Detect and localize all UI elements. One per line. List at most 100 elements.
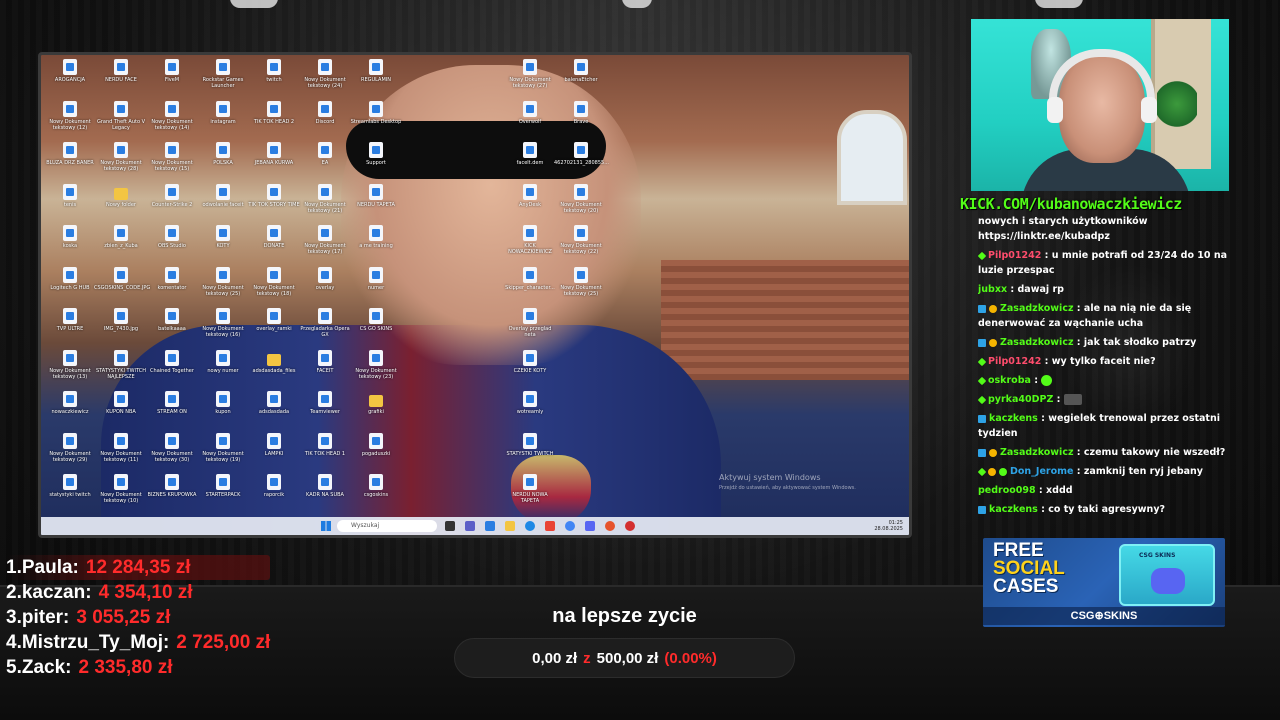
desktop-icon[interactable]: Nowy Dokument tekstowy (23) (349, 349, 403, 388)
desktop-icon[interactable]: pogaduszki (349, 432, 403, 471)
chat-username[interactable]: Zasadzkowicz (1000, 337, 1073, 348)
desktop-icon[interactable]: REGULAMIN (349, 59, 403, 97)
desktop-icon[interactable]: KUPON NBA (94, 391, 148, 429)
desktop-icon[interactable]: Skipper_character... (503, 266, 557, 305)
chat-username[interactable]: Don_Jerome (1010, 466, 1073, 477)
desktop-icon[interactable]: Nowy Dokument tekstowy (14) (145, 100, 199, 139)
desktop-icon[interactable]: Nowy Dokument tekstowy (19) (196, 432, 250, 471)
desktop-icon[interactable]: CSGOSKINS_CODE.JPG (94, 266, 150, 305)
discord-icon[interactable] (585, 521, 595, 531)
desktop-icon[interactable]: Nowy Dokument tekstowy (10) (94, 474, 148, 512)
desktop-icon[interactable]: Streamlabs Desktop (349, 100, 403, 139)
desktop-icon[interactable]: batelkaaaa (145, 308, 199, 346)
desktop-icon[interactable]: Overlay przeglad neta (503, 308, 557, 346)
desktop-icon[interactable]: TIK TOK STORY TIME (247, 183, 301, 222)
chat-username[interactable]: pedroo098 (978, 485, 1036, 496)
desktop-icon[interactable]: Nowy Dokument tekstowy (12) (43, 100, 97, 139)
desktop-icon[interactable]: Rockstar Games Launcher (196, 59, 250, 97)
desktop-icon[interactable]: Nowy Dokument tekstowy (25) (554, 266, 608, 305)
desktop-icon[interactable]: adsdasdada (247, 391, 301, 429)
desktop-icon[interactable]: TVP ULTRE (43, 308, 97, 346)
desktop-icon[interactable]: instagram (196, 100, 250, 139)
desktop-icon[interactable]: STARTERPACK (196, 474, 250, 512)
desktop-icon[interactable]: Nowy Dokument tekstowy (24) (298, 59, 352, 97)
desktop-icon[interactable]: Nowy Dokument tekstowy (17) (298, 225, 352, 263)
chat-username[interactable]: jubxx (978, 284, 1007, 295)
desktop-icon[interactable]: Chained Together (145, 349, 199, 388)
desktop-icon[interactable]: overlay (298, 266, 352, 305)
chat-username[interactable]: kaczkens (989, 504, 1038, 515)
desktop-icon[interactable]: NERDU TAPETA (349, 183, 403, 222)
desktop-icon[interactable]: Logitech G HUB (43, 266, 97, 305)
desktop-icon[interactable]: Nowy Dokument tekstowy (15) (145, 142, 199, 180)
desktop-icon[interactable]: Nowy Dokument tekstowy (30) (145, 432, 199, 471)
chat-username[interactable]: Zasadzkowicz (1000, 447, 1073, 458)
desktop-icon[interactable]: NERDU FACE (94, 59, 148, 97)
desktop-icon[interactable]: AROGANCJA (43, 59, 97, 97)
desktop-icon[interactable]: POLSKA (196, 142, 250, 180)
taskbar-clock[interactable]: 01:25 28.08.2025 (874, 520, 903, 532)
desktop-icon[interactable]: koska (43, 225, 97, 263)
desktop-icon[interactable]: FACEIT (298, 349, 352, 388)
desktop-icon[interactable]: Grand Theft Auto V Legacy (94, 100, 148, 139)
chat-username[interactable]: pyrka40DPZ (988, 394, 1053, 405)
desktop-icon[interactable]: FiveM (145, 59, 199, 97)
desktop-icon[interactable]: Nowy Dokument tekstowy (11) (94, 432, 148, 471)
teams-icon[interactable] (465, 521, 475, 531)
brave-icon[interactable] (605, 521, 615, 531)
desktop-icon[interactable]: JEBANA KURWA (247, 142, 301, 180)
desktop-icon[interactable]: Nowy Dokument tekstowy (22) (554, 225, 608, 263)
desktop-icon[interactable]: KOTY (196, 225, 250, 263)
app-icon[interactable] (485, 521, 495, 531)
desktop-icon[interactable]: wotreamly (503, 391, 557, 429)
desktop-icon[interactable]: nowy numer (196, 349, 250, 388)
chat-username[interactable]: Pilp01242 (988, 250, 1041, 261)
desktop-icon[interactable]: grafiki (349, 391, 403, 429)
desktop-icon[interactable]: BIZNES KRUPOWKA (145, 474, 199, 512)
desktop-icon[interactable]: Discord (298, 100, 352, 139)
desktop-icon[interactable]: Brave (554, 100, 608, 139)
app-icon[interactable] (625, 521, 635, 531)
desktop-icon[interactable]: STREAM ON (145, 391, 199, 429)
desktop-icon[interactable]: NERDU NOWA TAPETA (503, 474, 557, 512)
chat-username[interactable]: kaczkens (989, 413, 1038, 424)
windows-start-icon[interactable] (321, 521, 331, 531)
file-explorer-icon[interactable] (505, 521, 515, 531)
chat-username[interactable]: oskroba (988, 375, 1031, 386)
desktop-icon[interactable]: a me training (349, 225, 403, 263)
desktop-icon[interactable]: tenis (43, 183, 97, 222)
desktop-icon[interactable]: TIK TOK HEAD 1 (298, 432, 352, 471)
desktop-icon[interactable]: Nowy Dokument tekstowy (20) (554, 183, 608, 222)
desktop-icon[interactable]: CZEKIE KOTY (503, 349, 557, 388)
desktop-icon[interactable]: odwolanie faceit (196, 183, 250, 222)
desktop-icon[interactable]: overlay_ramki (247, 308, 301, 346)
desktop-icon[interactable]: komentator (145, 266, 199, 305)
desktop-icon[interactable]: LAMPKI (247, 432, 301, 471)
taskbar-search-input[interactable]: Wyszukaj (337, 520, 437, 532)
desktop-icon[interactable]: adsdasdada_files (247, 350, 301, 388)
app-icon[interactable] (545, 521, 555, 531)
desktop-icon[interactable]: twitch (247, 59, 301, 97)
edge-icon[interactable] (525, 521, 535, 531)
desktop-icon[interactable]: Nowy Dokument tekstowy (16) (196, 308, 250, 346)
desktop-icon[interactable]: kupon (196, 391, 250, 429)
desktop-icon[interactable]: Nowy Dokument tekstowy (13) (43, 349, 97, 388)
desktop-icon[interactable]: Przegladarka Opera GX (298, 308, 352, 346)
desktop-icon[interactable]: nowaczkiewicz (43, 391, 97, 429)
desktop-icon[interactable]: Overwolf (503, 100, 557, 139)
desktop-icon[interactable]: IMG_7430.jpg (94, 308, 148, 346)
desktop-icon[interactable]: KICK NOWACZKIEWICZ (503, 225, 557, 263)
desktop-icon[interactable]: facelt.dem (503, 142, 557, 180)
desktop-icon[interactable]: statystyki twitch (43, 474, 97, 512)
desktop-icon[interactable]: KADR NA SUBA (298, 474, 352, 512)
desktop-icon[interactable]: Nowy Dokument tekstowy (25) (196, 266, 250, 305)
desktop-icon[interactable]: 462702131_280855... (554, 142, 609, 180)
desktop-icon[interactable]: CS GO SKINS (349, 308, 403, 346)
desktop-icon[interactable]: raporcik (247, 474, 301, 512)
desktop-icon[interactable]: csgoskins (349, 474, 403, 512)
desktop-icon[interactable]: Nowy Dokument tekstowy (18) (247, 266, 301, 305)
desktop-icon[interactable]: Nowy Dokument tekstowy (28) (94, 142, 148, 180)
chrome-icon[interactable] (565, 521, 575, 531)
desktop-icon[interactable]: balenaEtcher (554, 59, 608, 97)
desktop-icon[interactable]: TIK TOK HEAD 2 (247, 100, 301, 139)
